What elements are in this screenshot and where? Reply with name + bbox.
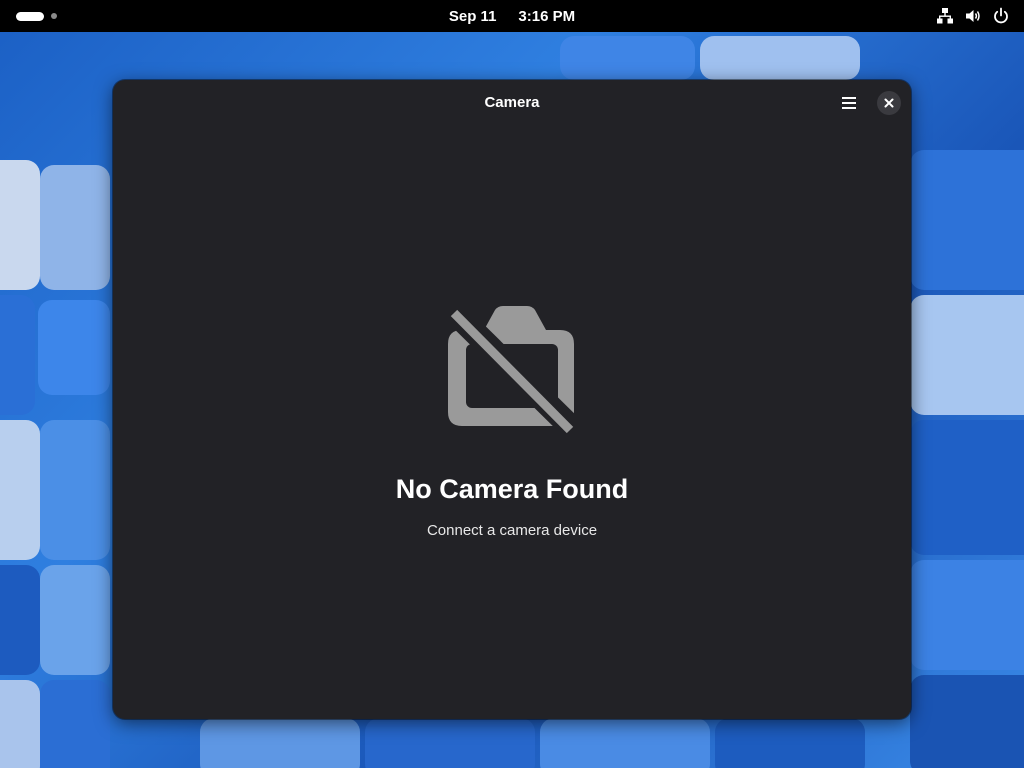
close-button[interactable] [877,91,901,115]
clock-button[interactable] [438,0,588,32]
camera-window: Camera No Camera Found Connect a camera … [113,80,911,719]
system-tray[interactable] [936,6,1010,26]
network-wired-icon [937,8,953,24]
status-title: No Camera Found [395,474,629,504]
volume-icon [966,10,980,22]
activities-button[interactable] [16,11,57,21]
header-bar[interactable]: Camera [113,80,911,126]
window-title: Camera [484,94,540,111]
workspace-indicator [51,13,57,19]
camera-disabled-icon [448,306,574,434]
status-description: Connect a camera device [426,522,598,539]
hamburger-menu-icon [842,97,856,109]
close-icon [884,98,894,108]
top-bar: Sep 11 3:16 PM [0,0,1024,32]
main-menu-button[interactable] [833,89,865,117]
status-page: No Camera Found Connect a camera device [113,306,911,539]
active-workspace-indicator [16,11,44,21]
power-icon [994,7,1008,24]
